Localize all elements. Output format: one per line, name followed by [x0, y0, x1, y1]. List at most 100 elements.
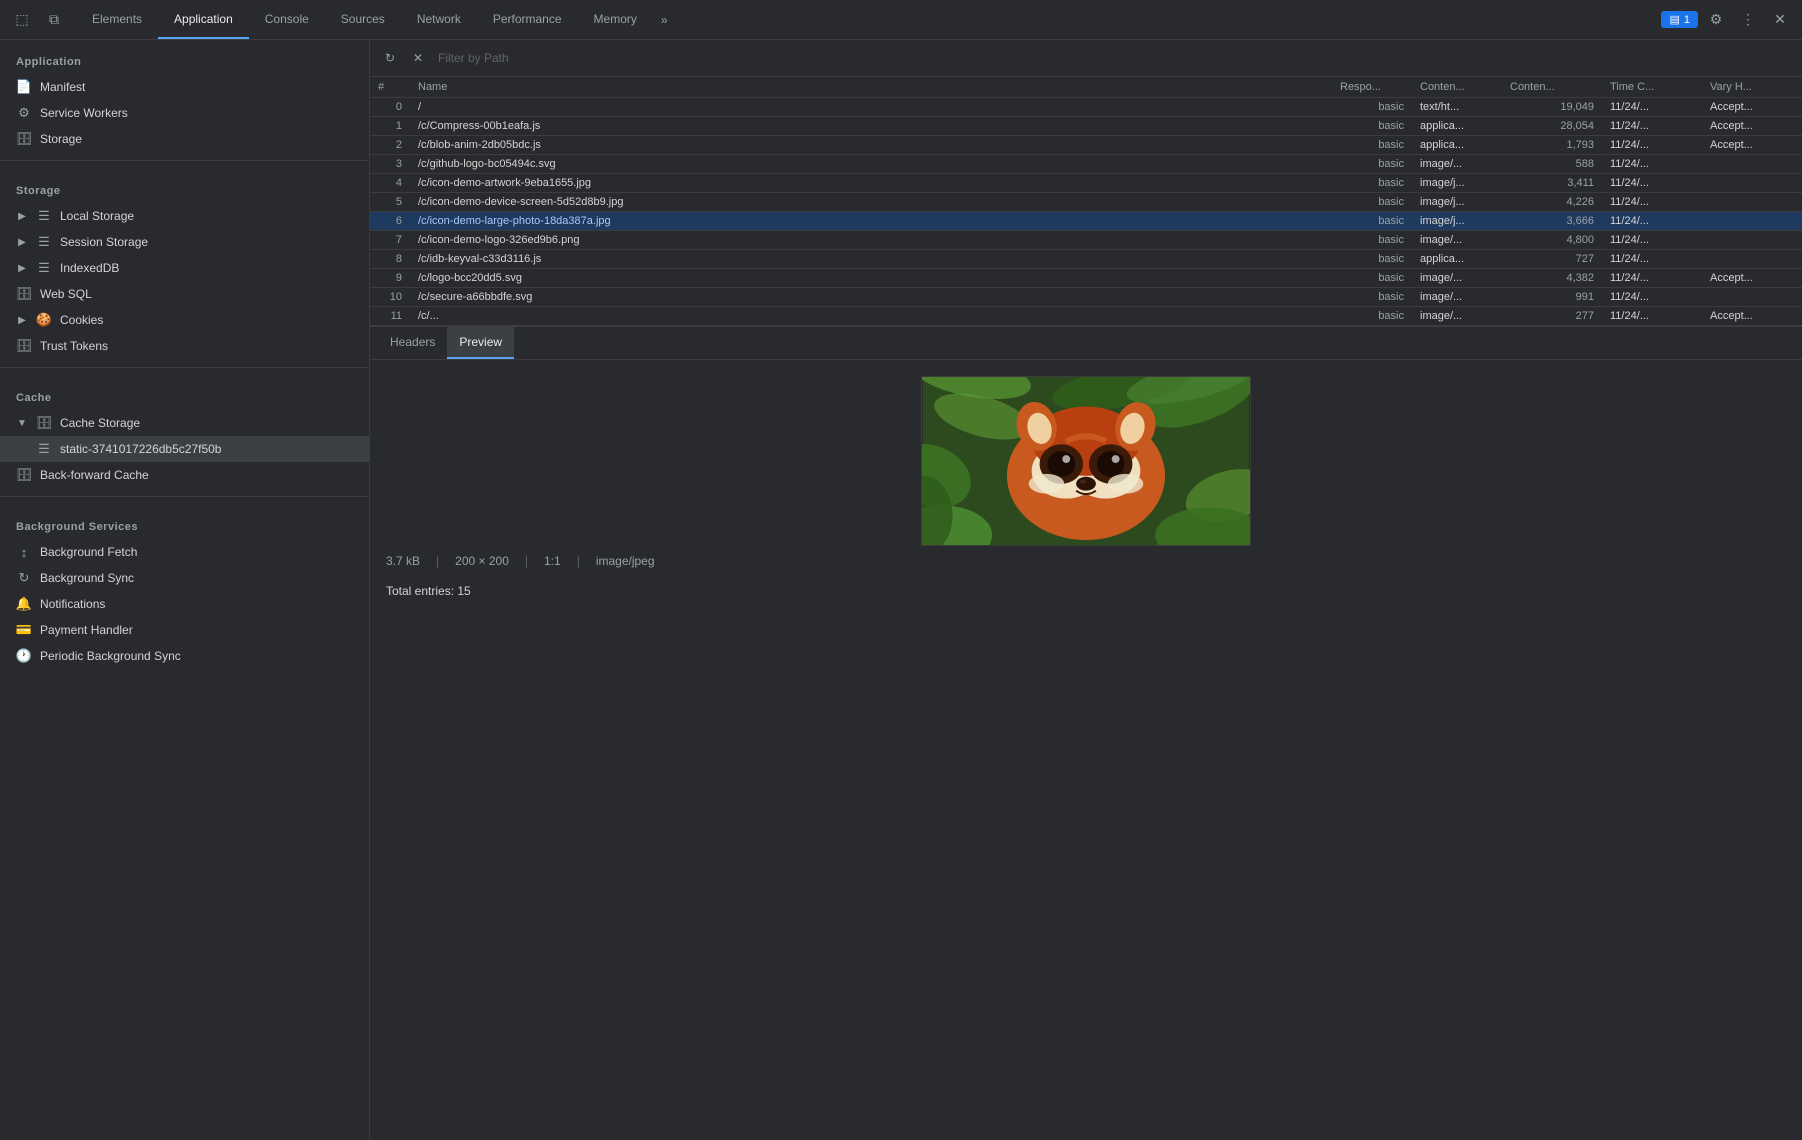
cell-cont2: 19,049 [1502, 98, 1602, 117]
cell-vary [1702, 212, 1802, 231]
cell-cont2: 4,800 [1502, 231, 1602, 250]
col-header-resp[interactable]: Respo... [1332, 77, 1412, 98]
device-icon[interactable]: ⧉ [40, 6, 68, 34]
col-header-name[interactable]: Name [410, 77, 1332, 98]
sidebar-item-bg-fetch[interactable]: ↕ Background Fetch [0, 539, 369, 565]
col-header-cont2[interactable]: Conten... [1502, 77, 1602, 98]
sidebar-item-bg-sync[interactable]: ↻ Background Sync [0, 565, 369, 591]
tab-network[interactable]: Network [401, 0, 477, 39]
cell-name: /c/icon-demo-large-photo-18da387a.jpg [410, 212, 1332, 231]
table-row[interactable]: 1 /c/Compress-00b1eafa.js basic applica.… [370, 117, 1802, 136]
more-icon[interactable]: ⋮ [1734, 6, 1762, 34]
table-row[interactable]: 8 /c/idb-keyval-c33d3116.js basic applic… [370, 250, 1802, 269]
tab-console[interactable]: Console [249, 0, 325, 39]
sidebar-divider-1 [0, 160, 369, 161]
cell-vary [1702, 250, 1802, 269]
cell-hash: 2 [370, 136, 410, 155]
refresh-button[interactable]: ↻ [378, 46, 402, 70]
cell-vary [1702, 155, 1802, 174]
cell-cont1: image/j... [1412, 174, 1502, 193]
close-icon[interactable]: ✕ [1766, 6, 1794, 34]
tab-preview[interactable]: Preview [447, 327, 514, 359]
img-ratio: 1:1 [544, 554, 561, 568]
tab-performance[interactable]: Performance [477, 0, 578, 39]
clear-button[interactable]: ✕ [406, 46, 430, 70]
cell-hash: 4 [370, 174, 410, 193]
tab-more[interactable]: » [653, 13, 676, 27]
sidebar-item-indexeddb-label: IndexedDB [60, 261, 119, 275]
tab-elements[interactable]: Elements [76, 0, 158, 39]
cell-hash: 3 [370, 155, 410, 174]
cell-name: /c/logo-bcc20dd5.svg [410, 269, 1332, 288]
cursor-icon[interactable]: ⬚ [8, 6, 36, 34]
col-header-time[interactable]: Time C... [1602, 77, 1702, 98]
tab-application[interactable]: Application [158, 0, 249, 39]
cell-resp: basic [1332, 288, 1412, 307]
sidebar-item-trust-tokens-label: Trust Tokens [40, 339, 108, 353]
cell-cont2: 3,666 [1502, 212, 1602, 231]
sidebar-item-cache-storage-entry[interactable]: ☰ static-3741017226db5c27f50b [0, 436, 369, 462]
sidebar-item-periodic-bg-sync[interactable]: 🕐 Periodic Background Sync [0, 643, 369, 669]
tab-memory[interactable]: Memory [578, 0, 653, 39]
table-row[interactable]: 5 /c/icon-demo-device-screen-5d52d8b9.jp… [370, 193, 1802, 212]
img-size: 3.7 kB [386, 554, 420, 568]
table-row[interactable]: 3 /c/github-logo-bc05494c.svg basic imag… [370, 155, 1802, 174]
cell-cont1: image/... [1412, 288, 1502, 307]
table-row[interactable]: 11 /c/... basic image/... 277 11/24/... … [370, 307, 1802, 326]
col-header-cont1[interactable]: Conten... [1412, 77, 1502, 98]
sidebar-item-session-storage[interactable]: ▶ ☰ Session Storage [0, 229, 369, 255]
top-bar-right: ▤ 1 ⚙ ⋮ ✕ [1653, 6, 1802, 34]
sidebar-item-cookies[interactable]: ▶ 🍪 Cookies [0, 307, 369, 333]
sidebar-item-service-workers[interactable]: ⚙ Service Workers [0, 100, 369, 126]
table-row[interactable]: 10 /c/secure-a66bbdfe.svg basic image/..… [370, 288, 1802, 307]
cell-resp: basic [1332, 250, 1412, 269]
tab-headers[interactable]: Headers [378, 327, 447, 359]
sidebar-item-manifest[interactable]: 📄 Manifest [0, 74, 369, 100]
back-forward-cache-icon: 🗄 [16, 467, 32, 483]
sidebar-item-web-sql[interactable]: 🗄 Web SQL [0, 281, 369, 307]
sidebar-divider-2 [0, 367, 369, 368]
table-row[interactable]: 7 /c/icon-demo-logo-326ed9b6.png basic i… [370, 231, 1802, 250]
sidebar-item-notifications-label: Notifications [40, 597, 105, 611]
cell-name: /c/... [410, 307, 1332, 326]
sidebar: Application 📄 Manifest ⚙ Service Workers… [0, 40, 370, 1140]
table-row[interactable]: 4 /c/icon-demo-artwork-9eba1655.jpg basi… [370, 174, 1802, 193]
sidebar-item-notifications[interactable]: 🔔 Notifications [0, 591, 369, 617]
cache-section-title: Cache [0, 376, 369, 410]
sidebar-item-back-forward-cache[interactable]: 🗄 Back-forward Cache [0, 462, 369, 488]
cookies-icon: 🍪 [36, 312, 52, 328]
table-row[interactable]: 6 /c/icon-demo-large-photo-18da387a.jpg … [370, 212, 1802, 231]
expand-arrow-cache-storage: ▼ [16, 417, 28, 429]
col-header-vary[interactable]: Vary H... [1702, 77, 1802, 98]
cell-vary: Accept... [1702, 307, 1802, 326]
preview-image [921, 376, 1251, 546]
sidebar-item-storage-app[interactable]: 🗄 Storage [0, 126, 369, 152]
cell-hash: 11 [370, 307, 410, 326]
cell-time: 11/24/... [1602, 117, 1702, 136]
sidebar-item-trust-tokens[interactable]: 🗄 Trust Tokens [0, 333, 369, 359]
sidebar-item-payment-handler[interactable]: 💳 Payment Handler [0, 617, 369, 643]
settings-icon[interactable]: ⚙ [1702, 6, 1730, 34]
sidebar-item-back-forward-cache-label: Back-forward Cache [40, 468, 149, 482]
expand-arrow-indexeddb: ▶ [16, 262, 28, 274]
sidebar-item-local-storage[interactable]: ▶ ☰ Local Storage [0, 203, 369, 229]
table-row[interactable]: 9 /c/logo-bcc20dd5.svg basic image/... 4… [370, 269, 1802, 288]
expand-arrow-cookies: ▶ [16, 314, 28, 326]
tab-sources[interactable]: Sources [325, 0, 401, 39]
cell-hash: 5 [370, 193, 410, 212]
filter-input[interactable] [434, 49, 1794, 67]
cell-cont1: image/j... [1412, 212, 1502, 231]
table-row[interactable]: 0 / basic text/ht... 19,049 11/24/... Ac… [370, 98, 1802, 117]
sidebar-item-indexeddb[interactable]: ▶ ☰ IndexedDB [0, 255, 369, 281]
cell-time: 11/24/... [1602, 155, 1702, 174]
table-row[interactable]: 2 /c/blob-anim-2db05bdc.js basic applica… [370, 136, 1802, 155]
manifest-icon: 📄 [16, 79, 32, 95]
sidebar-item-cache-storage[interactable]: ▼ 🗄 Cache Storage [0, 410, 369, 436]
console-badge[interactable]: ▤ 1 [1661, 11, 1698, 28]
local-storage-icon: ☰ [36, 208, 52, 224]
cache-table-container: # Name Respo... Conten... Conten... Time… [370, 77, 1802, 327]
session-storage-icon: ☰ [36, 234, 52, 250]
cell-hash: 7 [370, 231, 410, 250]
cache-storage-entry-icon: ☰ [36, 441, 52, 457]
cell-hash: 0 [370, 98, 410, 117]
